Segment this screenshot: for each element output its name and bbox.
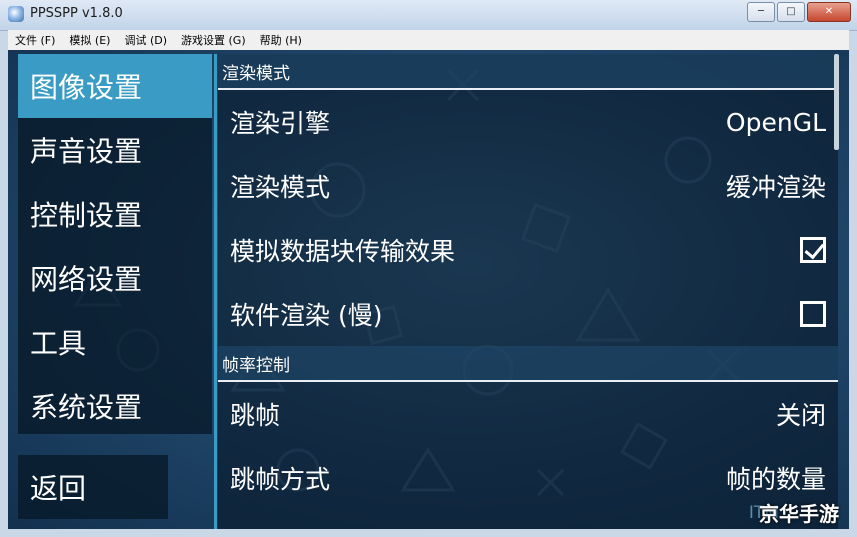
menu-debug[interactable]: 调试 (D) (117, 32, 174, 48)
maximize-button[interactable]: □ (777, 2, 805, 22)
nav-item-network[interactable]: 网络设置 (18, 246, 212, 310)
setting-label: 跳帧 (230, 401, 281, 430)
section-header-render-mode: 渲染模式 (218, 54, 838, 90)
window-controls: ─ □ ✕ (747, 2, 851, 22)
setting-frame-skip[interactable]: 跳帧 关闭 (218, 382, 838, 446)
menu-bar: 文件 (F) 模拟 (E) 调试 (D) 游戏设置 (G) 帮助 (H) (8, 30, 849, 50)
menu-emulation[interactable]: 模拟 (E) (62, 32, 117, 48)
setting-label: 渲染模式 (230, 173, 331, 202)
section-header-frame-rate: 帧率控制 (218, 346, 838, 382)
window-title: PPSSPP v1.8.0 (30, 6, 123, 21)
setting-label: 软件渲染 (慢) (230, 301, 383, 330)
checkbox-checked[interactable] (800, 237, 826, 263)
setting-label: 模拟数据块传输效果 (230, 237, 456, 266)
menu-file[interactable]: 文件 (F) (8, 32, 62, 48)
setting-value: OpenGL (725, 107, 826, 137)
back-button[interactable]: 返回 (18, 455, 168, 519)
game-area: 图像设置 声音设置 控制设置 网络设置 工具 系统设置 返回 渲染模式 渲染引擎… (8, 50, 849, 529)
setting-label: 跳帧方式 (230, 465, 331, 494)
app-icon (8, 6, 24, 22)
nav-item-audio[interactable]: 声音设置 (18, 118, 212, 182)
title-bar: PPSSPP v1.8.0 ─ □ ✕ (0, 0, 857, 31)
nav-item-system[interactable]: 系统设置 (18, 374, 212, 438)
minimize-button[interactable]: ─ (747, 2, 775, 22)
checkbox-unchecked[interactable] (800, 301, 826, 327)
menu-game-settings[interactable]: 游戏设置 (G) (174, 32, 253, 48)
settings-nav: 图像设置 声音设置 控制设置 网络设置 工具 系统设置 (18, 54, 212, 434)
nav-divider (214, 54, 217, 529)
settings-panel: 渲染模式 渲染引擎 OpenGL 渲染模式 缓冲渲染 模拟数据块传输效果 软件渲… (218, 54, 838, 529)
nav-item-controls[interactable]: 控制设置 (18, 182, 212, 246)
setting-value: 帧的数量 (725, 465, 826, 494)
watermark: 京华手游 (759, 502, 839, 526)
setting-value: 关闭 (775, 401, 826, 430)
setting-render-backend[interactable]: 渲染引擎 OpenGL (218, 90, 838, 154)
setting-render-mode[interactable]: 渲染模式 缓冲渲染 (218, 154, 838, 218)
setting-label: 渲染引擎 (230, 109, 331, 138)
setting-software-render[interactable]: 软件渲染 (慢) (218, 282, 838, 346)
setting-frame-skip-type[interactable]: 跳帧方式 帧的数量 (218, 446, 838, 510)
setting-value: 缓冲渲染 (725, 173, 826, 202)
menu-help[interactable]: 帮助 (H) (253, 32, 309, 48)
scrollbar[interactable] (834, 54, 839, 150)
nav-item-graphics[interactable]: 图像设置 (18, 54, 212, 118)
nav-item-tools[interactable]: 工具 (18, 310, 212, 374)
setting-block-transfer[interactable]: 模拟数据块传输效果 (218, 218, 838, 282)
close-button[interactable]: ✕ (807, 2, 851, 22)
